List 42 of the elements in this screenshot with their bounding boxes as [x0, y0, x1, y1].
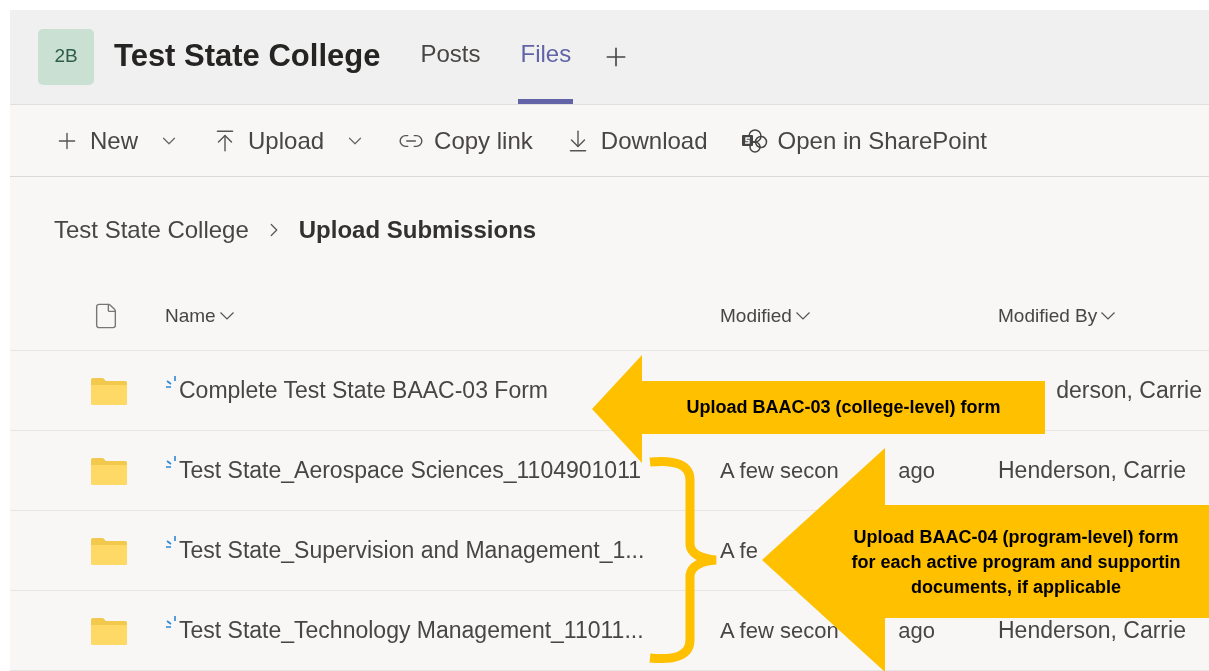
sync-status-icon: [165, 535, 179, 550]
team-avatar: 2B: [38, 28, 94, 85]
sync-status-icon: [165, 375, 179, 390]
modified-time: A few secon: [720, 617, 839, 645]
folder-icon: [90, 456, 128, 485]
modified-by: Henderson, Carrie: [998, 616, 1186, 646]
modified-by: derson, Carrie: [1056, 376, 1202, 406]
sort-chevron-icon: [219, 312, 234, 321]
folder-name[interactable]: Test State_Aerospace Sciences_1104901011: [179, 453, 642, 488]
folder-icon: [90, 536, 128, 565]
channel-tab[interactable]: Posts: [418, 9, 483, 104]
folder-name[interactable]: Test State_Technology Management_11011...: [179, 613, 644, 648]
sync-status-icon: [165, 615, 179, 630]
toolbar-button[interactable]: Copy link: [396, 122, 535, 159]
callout-text: Upload BAAC-03 (college-level) form: [686, 396, 1001, 419]
sort-chevron-icon: [795, 312, 810, 321]
folder-icon: [90, 616, 128, 645]
folder-icon: [90, 376, 128, 405]
callout-text: Upload BAAC-04 (program-level) form: [853, 525, 1179, 549]
column-header[interactable]: Modified: [720, 302, 810, 331]
column-header[interactable]: Name: [165, 302, 234, 331]
toolbar-button[interactable]: Open in SharePoint: [737, 122, 989, 159]
modified-time: A few secon: [720, 457, 839, 485]
channel-tab[interactable]: Files: [518, 9, 574, 104]
toolbar-button[interactable]: New: [52, 122, 182, 159]
column-header[interactable]: Modified By: [998, 302, 1116, 331]
folder-name[interactable]: Test State_Supervision and Management_1...: [179, 533, 645, 568]
breadcrumb-link[interactable]: Upload Submissions: [298, 211, 537, 248]
team-name: Test State College: [114, 37, 381, 76]
modified-time: A fe: [720, 537, 758, 565]
sync-status-icon: [165, 455, 179, 470]
callout-text: documents, if applicable: [910, 575, 1121, 599]
modified-time: ago: [898, 617, 935, 645]
modified-by: Henderson, Carrie: [998, 456, 1186, 486]
sharepoint-icon: [739, 127, 768, 154]
breadcrumb-link[interactable]: Test State College: [54, 211, 249, 248]
toolbar-button[interactable]: Download: [562, 122, 710, 159]
modified-time: ago: [898, 457, 935, 485]
callout-text: for each active program and supportin: [851, 550, 1181, 574]
sort-chevron-icon: [1101, 312, 1116, 321]
toolbar-button[interactable]: Upload: [210, 122, 369, 159]
folder-name[interactable]: Complete Test State BAAC-03 Form: [179, 373, 548, 408]
